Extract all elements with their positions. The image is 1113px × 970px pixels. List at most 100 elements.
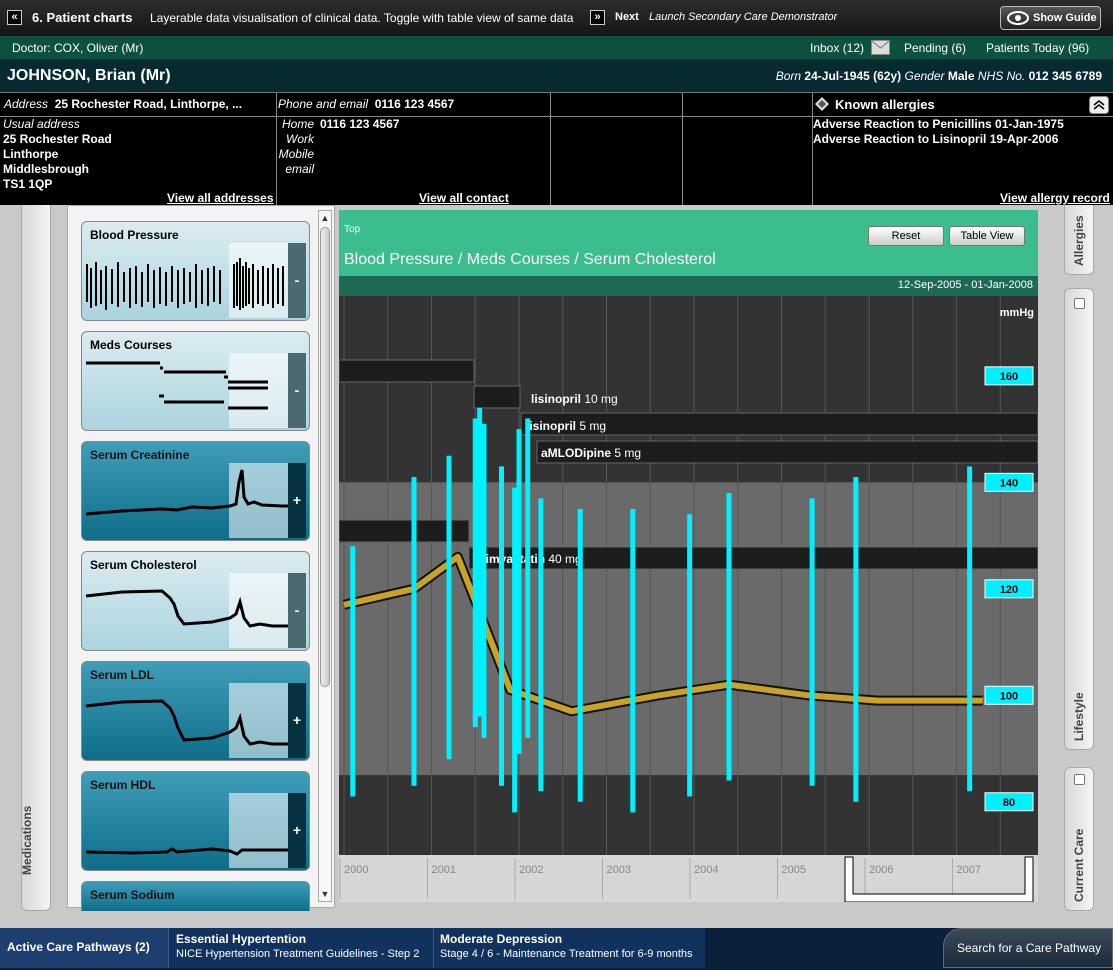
bp-range-bar <box>516 429 522 754</box>
view-all-addresses-link[interactable]: View all addresses <box>167 191 274 205</box>
usual-address-label: Usual address <box>3 117 80 131</box>
inbox-link[interactable]: Inbox (12) <box>810 41 864 55</box>
contact-cell: Phone and email 0116 123 4567 Home Work … <box>277 93 551 219</box>
table-view-button[interactable]: Table View <box>949 226 1025 246</box>
tile-title: Serum Sodium <box>90 888 175 902</box>
lifestyle-tab-label[interactable]: Lifestyle <box>1072 689 1086 745</box>
date-range: 12-Sep-2005 - 01-Jan-2008 <box>897 279 1033 291</box>
tile-meds-courses[interactable]: Meds Courses - <box>81 331 310 431</box>
pathway-title: Moderate Depression <box>440 932 563 946</box>
active-care-pathways[interactable]: Active Care Pathways (2) <box>0 928 168 968</box>
pathway-hypertension[interactable]: Essential Hypertention NICE Hypertension… <box>168 928 433 968</box>
year-tick-label: 2005 <box>782 864 806 876</box>
lifestyle-tab[interactable]: Lifestyle <box>1064 288 1094 750</box>
chart-area: lisinopril 10 mg lisinopril 5 mg aMLODipin… <box>339 210 1038 902</box>
tile-serum-sodium[interactable]: Serum Sodium <box>81 881 310 911</box>
med-drug-name: lisinopril <box>531 392 584 406</box>
allergies-tab-label[interactable]: Allergies <box>1072 213 1086 269</box>
y-unit-label: mmHg <box>1000 307 1034 319</box>
double-chevron-right-icon[interactable]: » <box>590 10 605 25</box>
year-tick-label: 2004 <box>694 864 718 876</box>
year-tick-label: 2001 <box>432 864 456 876</box>
allergy-item: Adverse Reaction to Penicillins 01-Jan-1… <box>813 117 1064 131</box>
bp-range-bar <box>726 492 732 781</box>
med-drug-name: aMLODipine <box>541 446 614 460</box>
patients-today-link[interactable]: Patients Today (96) <box>986 41 1089 55</box>
bp-range-bar <box>525 418 531 738</box>
year-tick-label: 2007 <box>957 864 981 876</box>
tile-sparkline <box>85 469 288 516</box>
allergy-diamond-icon <box>815 97 829 111</box>
empty-cell <box>551 93 683 206</box>
tile-serum-ldl[interactable]: Serum LDL + <box>81 661 310 761</box>
y-tick-label: 80 <box>1003 797 1015 809</box>
year-tick-label: 2002 <box>519 864 543 876</box>
gender-label: Gender <box>904 69 945 83</box>
top-bar: « 6. Patient charts Layerable data visua… <box>0 0 1113 36</box>
nhs-number: 012 345 6789 <box>1028 69 1102 83</box>
bp-range-bar <box>577 508 583 802</box>
med-course-label: aMLODipine 5 mg <box>541 446 641 460</box>
scroll-down-icon[interactable]: ▼ <box>320 889 330 899</box>
search-care-pathway-button[interactable]: Search for a Care Pathway <box>943 928 1113 968</box>
bp-range-bar <box>538 498 544 792</box>
address-cell: Address 25 Rochester Road, Linthorpe, ..… <box>0 93 277 206</box>
tile-serum-hdl[interactable]: Serum HDL + <box>81 771 310 871</box>
bp-range-bar <box>809 498 815 786</box>
bp-range-bar <box>472 418 478 728</box>
patient-age: (62y) <box>873 69 902 83</box>
phone-summary: 0116 123 4567 <box>374 97 455 111</box>
work-label: Work <box>286 132 314 146</box>
bp-range-bar <box>477 407 483 717</box>
med-dose: 5 mg <box>579 419 606 433</box>
tile-scrollbar[interactable]: ▲ ▼ <box>318 210 332 902</box>
next-label[interactable]: Next <box>615 11 639 23</box>
show-guide-label: Show Guide <box>1033 12 1097 24</box>
allergies-cell: Known allergies Adverse Reaction to Peni… <box>813 93 1113 206</box>
allergy-item: Adverse Reaction to Lisinopril 19-Apr-20… <box>813 132 1059 146</box>
empty-cell <box>683 93 813 206</box>
bp-range-bar <box>853 477 859 802</box>
tile-sparkline <box>85 589 288 628</box>
allergies-tab[interactable]: Allergies <box>1064 205 1094 275</box>
next-description[interactable]: Launch Secondary Care Demonstrator <box>649 11 837 23</box>
home-phone: 0116 123 4567 <box>320 117 400 131</box>
born-date: 24-Jul-1945 <box>804 69 870 83</box>
tile-serum-cholesterol[interactable]: Serum Cholesterol - <box>81 551 310 651</box>
show-guide-button[interactable]: Show Guide <box>1000 6 1101 30</box>
lifestyle-checkbox[interactable] <box>1074 298 1085 309</box>
tile-blood-pressure[interactable]: Blood Pressure - <box>81 221 310 321</box>
pending-link[interactable]: Pending (6) <box>904 41 966 55</box>
address-label: Address <box>4 97 49 111</box>
envelope-icon[interactable] <box>871 40 890 55</box>
pathway-subtitle: NICE Hypertension Treatment Guidelines -… <box>176 948 420 960</box>
pathway-title: Essential Hypertention <box>176 932 307 946</box>
current-care-tab-label[interactable]: Current Care <box>1072 823 1086 907</box>
bp-range-bar <box>411 477 417 786</box>
chart-breadcrumb: Blood Pressure / Meds Courses / Serum Ch… <box>344 251 716 268</box>
current-care-checkbox[interactable] <box>1074 774 1085 785</box>
med-course-bar <box>339 359 475 383</box>
doctor-bar: Doctor: COX, Oliver (Mr) Inbox (12) Pend… <box>0 36 1113 60</box>
known-allergies-title: Known allergies <box>835 97 935 112</box>
med-course-label: lisinopril 5 mg <box>526 419 606 433</box>
pathway-depression[interactable]: Moderate Depression Stage 4 / 6 - Mainte… <box>433 928 705 968</box>
double-chevron-left-icon[interactable]: « <box>7 10 22 25</box>
tile-serum-creatinine[interactable]: Serum Creatinine + <box>81 441 310 541</box>
med-course-bar <box>473 385 521 409</box>
bp-range-bar <box>446 455 452 760</box>
reset-button[interactable]: Reset <box>868 226 944 246</box>
scroll-thumb[interactable] <box>320 227 330 687</box>
med-dose: 40 mg <box>548 552 581 566</box>
address-line: Middlesbrough <box>3 162 89 176</box>
bp-range-bar <box>499 466 504 786</box>
current-care-tab[interactable]: Current Care <box>1064 767 1094 911</box>
view-allergy-record-link[interactable]: View allergy record <box>1000 191 1110 205</box>
medications-label[interactable]: Medications <box>20 780 50 900</box>
collapse-up-icon[interactable] <box>1089 96 1109 114</box>
address-summary: 25 Rochester Road, Linthorpe, ... <box>54 97 243 111</box>
scroll-up-icon[interactable]: ▲ <box>320 213 330 223</box>
top-link[interactable]: Top <box>344 224 360 235</box>
tile-sparkline <box>85 847 288 856</box>
patient-info-grid: Address 25 Rochester Road, Linthorpe, ..… <box>0 92 1113 219</box>
